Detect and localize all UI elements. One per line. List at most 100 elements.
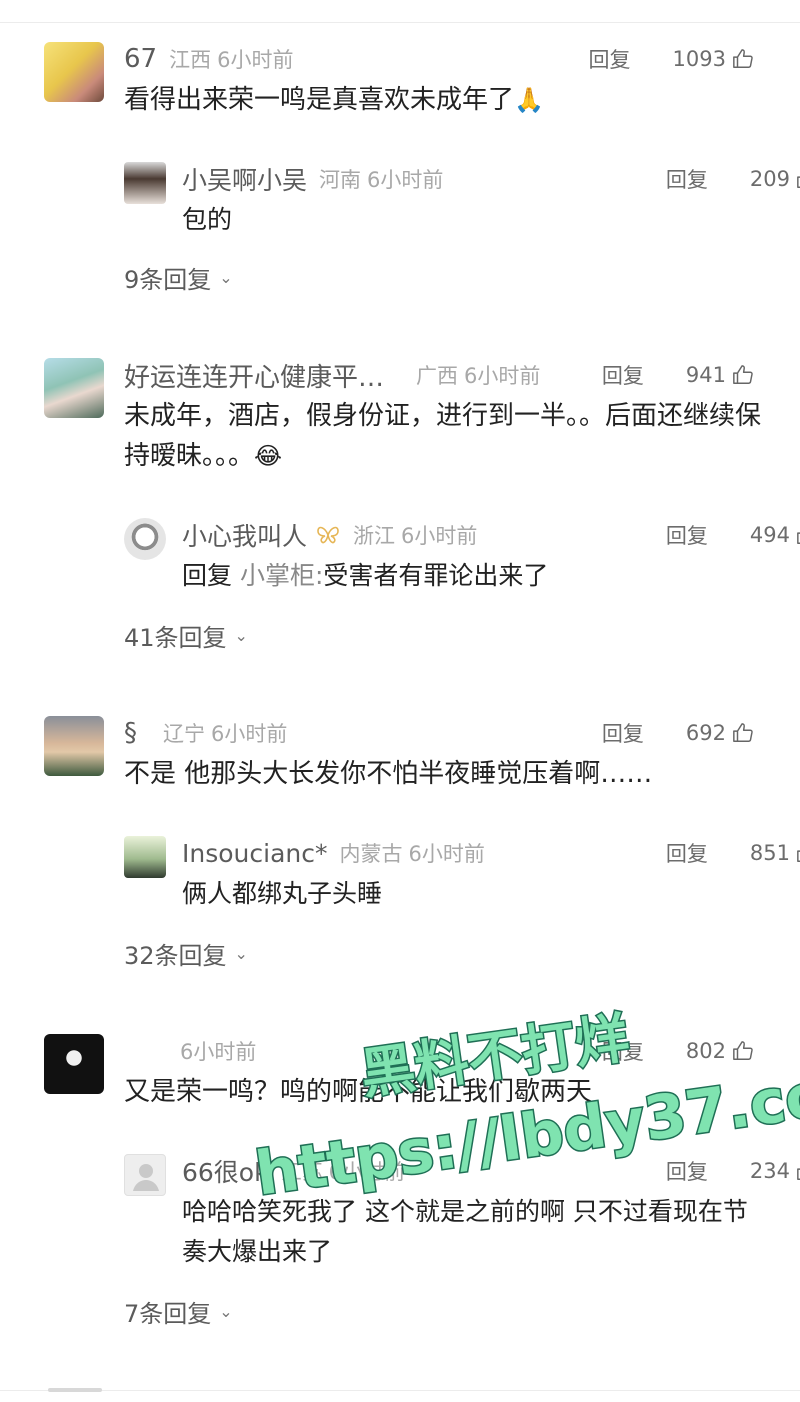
sub-reply-actions: 回复 234 (666, 1154, 800, 1188)
thumbs-up-icon[interactable] (796, 168, 800, 190)
more-replies-link[interactable]: 32条回复 ⌄ (124, 936, 248, 971)
comment-actions: 回复 802 (602, 1034, 754, 1068)
comment-text: 不是 他那头大长发你不怕半夜睡觉压着啊…… (124, 759, 653, 789)
username[interactable]: § (124, 718, 137, 748)
username[interactable]: 小吴啊小吴 (182, 161, 307, 197)
reply-to-user[interactable]: 小掌柜: (240, 561, 323, 590)
thumbs-up-icon[interactable] (796, 1160, 800, 1182)
sub-reply-meta: 小心我叫人 浙江 6小时前 (182, 518, 477, 552)
chevron-down-icon: ⌄ (234, 944, 248, 963)
comment-actions: 回复 1093 (589, 42, 754, 76)
username[interactable]: 小心我叫人 (182, 517, 307, 553)
comment-text: 未成年，酒店，假身份证，进行到一半。。后面还继续保持暧昧。。。😂 (124, 396, 764, 476)
like-count: 209 (749, 167, 790, 191)
butterfly-icon (317, 526, 339, 544)
reply-prefix: 回复 (182, 561, 233, 590)
timestamp: 6小时前 (217, 48, 294, 72)
username[interactable]: Insoucianc* (182, 839, 327, 868)
more-replies-link[interactable]: 41条回复 ⌄ (124, 618, 248, 653)
location: 辽宁 (163, 722, 205, 746)
timestamp: 6小时前 (408, 842, 485, 866)
timestamp: 6小时前 (211, 722, 288, 746)
location: 江西 (169, 48, 212, 72)
sub-reply-meta: Insoucianc* 内蒙古 6小时前 (182, 836, 485, 870)
like-count: 234 (749, 1159, 790, 1183)
timestamp: 6小时前 (328, 1160, 405, 1184)
avatar[interactable] (44, 716, 104, 776)
more-replies-link[interactable]: 7条回复 ⌄ (124, 1294, 233, 1329)
username[interactable]: 66很ok (182, 1153, 269, 1189)
location: 广西 (416, 364, 459, 388)
thumbs-up-icon[interactable] (732, 1040, 754, 1062)
avatar[interactable] (124, 836, 166, 878)
more-replies-label: 9条回复 (124, 266, 212, 294)
default-avatar-icon[interactable] (124, 1154, 166, 1196)
thumbs-up-icon[interactable] (732, 48, 754, 70)
bottom-divider (0, 1390, 800, 1391)
more-replies-label: 7条回复 (124, 1300, 212, 1328)
sub-reply-meta: 小吴啊小吴 河南 6小时前 (182, 162, 443, 196)
sub-reply-text: 包的 (182, 205, 233, 234)
top-divider (0, 22, 800, 23)
timestamp: 6小时前 (401, 524, 478, 548)
like-count: 1093 (672, 47, 726, 71)
chevron-down-icon: ⌄ (234, 626, 248, 645)
avatar[interactable] (44, 1034, 104, 1094)
avatar[interactable] (44, 358, 104, 418)
reply-button[interactable]: 回复 (589, 44, 631, 74)
location: 浙江 (353, 524, 396, 548)
avatar[interactable] (124, 162, 166, 204)
comment-meta: 6小时前 (162, 1034, 256, 1068)
chevron-down-icon: ⌄ (219, 1302, 233, 1321)
comment-text-body: 看得出来荣一鸣是真喜欢未成年了 (124, 85, 515, 115)
reply-button[interactable]: 回复 (666, 164, 708, 194)
sub-reply-text: 回复 小掌柜:受害者有罪论出来了 (182, 556, 772, 596)
comment-meta: 67 江西 6小时前 (124, 42, 293, 76)
like-count: 494 (749, 523, 790, 547)
sub-reply-text: 哈哈哈笑死我了 这个就是之前的啊 只不过看现在节奏大爆出来了 (182, 1197, 748, 1266)
reply-button[interactable]: 回复 (666, 838, 708, 868)
comment-actions: 回复 941 (602, 358, 754, 392)
chevron-down-icon: ⌄ (219, 268, 233, 287)
timestamp: 6小时前 (464, 364, 541, 388)
sub-reply-actions: 回复 209 (666, 162, 800, 196)
reply-button[interactable]: 回复 (666, 520, 708, 550)
sub-reply-actions: 回复 851 (666, 836, 800, 870)
more-replies-link[interactable]: 9条回复 ⌄ (124, 260, 233, 295)
more-replies-label: 41条回复 (124, 624, 227, 652)
emoji: 🙏 (514, 86, 544, 114)
comment-actions: 回复 692 (602, 716, 754, 750)
username[interactable]: 67 (124, 44, 157, 74)
reply-button[interactable]: 回复 (666, 1156, 708, 1186)
thumbs-up-icon[interactable] (796, 524, 800, 546)
sub-reply-text: 俩人都绑丸子头睡 (182, 879, 383, 908)
timestamp: 6小时前 (180, 1040, 257, 1064)
comment-text: 又是荣一鸣？鸣的啊能不能让我们歇两天 (124, 1077, 593, 1107)
thumbs-up-icon[interactable] (796, 842, 800, 864)
sub-reply-actions: 回复 494 (666, 518, 800, 552)
emoji: 😂 (254, 442, 283, 470)
comment-text: 看得出来荣一鸣是真喜欢未成年了🙏 (124, 80, 764, 120)
comment-meta: 好运连连开心健康平… 广西 6小时前 (124, 357, 541, 394)
sub-reply-text-body: 受害者有罪论出来了 (323, 561, 549, 590)
comment-meta: § 辽宁 6小时前 (124, 716, 287, 750)
reply-button[interactable]: 回复 (602, 1036, 644, 1066)
next-avatar-edge (48, 1388, 102, 1392)
sub-reply-meta: 66很ok 江苏 6小时前 (182, 1154, 405, 1188)
comment-text-body: 未成年，酒店，假身份证，进行到一半。。后面还继续保持暧昧。。。 (124, 401, 762, 471)
like-count: 802 (685, 1039, 726, 1063)
location: 江苏 (280, 1160, 323, 1184)
thumbs-up-icon[interactable] (732, 364, 754, 386)
like-count: 692 (685, 721, 726, 745)
more-replies-label: 32条回复 (124, 942, 227, 970)
like-count: 941 (685, 363, 726, 387)
avatar[interactable] (44, 42, 104, 102)
like-count: 851 (749, 841, 790, 865)
username[interactable]: 好运连连开心健康平… (124, 357, 384, 394)
reply-button[interactable]: 回复 (602, 718, 644, 748)
reply-button[interactable]: 回复 (602, 360, 644, 390)
location: 内蒙古 (339, 842, 403, 866)
thumbs-up-icon[interactable] (732, 722, 754, 744)
location: 河南 (319, 168, 362, 192)
avatar[interactable] (124, 518, 166, 560)
